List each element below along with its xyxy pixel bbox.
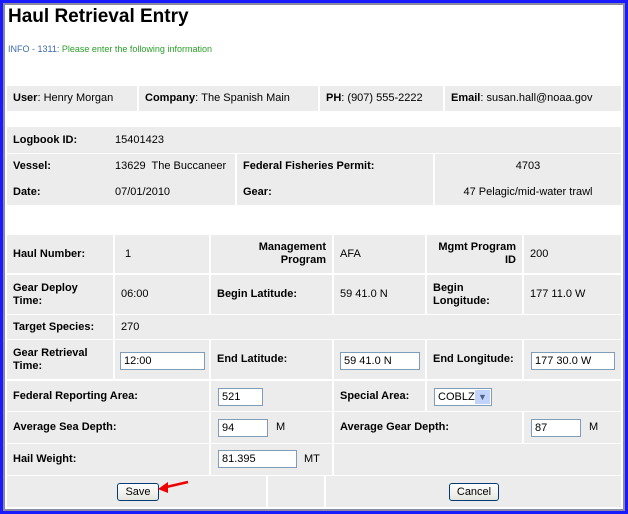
info-message: INFO - 1311: Please enter the following …	[8, 44, 212, 54]
gear-depth-input[interactable]	[531, 419, 581, 437]
end-lon-input[interactable]	[531, 352, 615, 370]
phone-cell: PH: (907) 555-2222	[320, 86, 443, 111]
mgmt-program-id: 200	[524, 235, 621, 273]
retrieval-time-label: Gear Retrieval Time:	[7, 340, 113, 379]
save-button[interactable]: Save	[117, 483, 159, 501]
gear-depth-label: Average Gear Depth:	[334, 412, 522, 443]
permit-gear-labels: Federal Fisheries Permit: Gear:	[237, 154, 433, 205]
mgmt-program-label: Management Program	[211, 235, 332, 273]
vessel-date-cell: Vessel: 13629 The Buccaneer Date: 07/01/20…	[7, 154, 235, 205]
target-species-label: Target Species:	[7, 315, 113, 339]
special-area-label: Special Area:	[334, 381, 425, 411]
target-species: 270	[115, 315, 621, 339]
company-cell: Company: The Spanish Main	[139, 86, 318, 111]
special-area-select[interactable]: COBLZ ▼	[434, 388, 492, 406]
deploy-time-label: Gear Deploy Time:	[7, 275, 113, 314]
red-arrow-annotation-icon	[158, 480, 189, 493]
haul-number-label: Haul Number:	[7, 235, 113, 273]
chevron-down-icon: ▼	[475, 390, 490, 404]
end-lat-label: End Latitude:	[211, 340, 332, 379]
info-text: Please enter the following information	[61, 44, 212, 54]
logbook-row: Logbook ID: 15401423	[7, 127, 621, 153]
begin-lat-label: Begin Latitude:	[211, 275, 332, 314]
info-code: INFO - 1311:	[8, 44, 60, 54]
email-cell: Email: susan.hall@noaa.gov	[445, 86, 621, 111]
begin-lon: 177 11.0 W	[524, 275, 621, 314]
page-title: Haul Retrieval Entry	[8, 6, 189, 27]
user-cell: User: Henry Morgan	[7, 86, 137, 111]
mgmt-program-id-label: Mgmt Program ID	[427, 235, 522, 273]
retrieval-time-input[interactable]	[120, 352, 205, 370]
end-lat-input[interactable]	[340, 352, 420, 370]
empty-cell	[334, 444, 621, 475]
mgmt-program: AFA	[334, 235, 425, 273]
permit-gear-values: 4703 47 Pelagic/mid-water trawl	[435, 154, 621, 205]
begin-lon-label: Begin Longitude:	[427, 275, 522, 314]
sea-depth-input[interactable]	[218, 419, 268, 437]
hail-weight-label: Hail Weight:	[7, 444, 209, 475]
end-lon-label: End Longitude:	[427, 340, 522, 379]
sea-depth-label: Average Sea Depth:	[7, 412, 209, 443]
fed-area-input[interactable]	[218, 388, 263, 406]
hail-weight-input[interactable]	[218, 450, 297, 468]
fed-area-label: Federal Reporting Area:	[7, 381, 209, 411]
begin-lat: 59 41.0 N	[334, 275, 425, 314]
spacer-cell	[268, 476, 324, 507]
haul-number: 1	[115, 235, 209, 273]
deploy-time: 06:00	[115, 275, 209, 314]
cancel-button[interactable]: Cancel	[449, 483, 499, 501]
